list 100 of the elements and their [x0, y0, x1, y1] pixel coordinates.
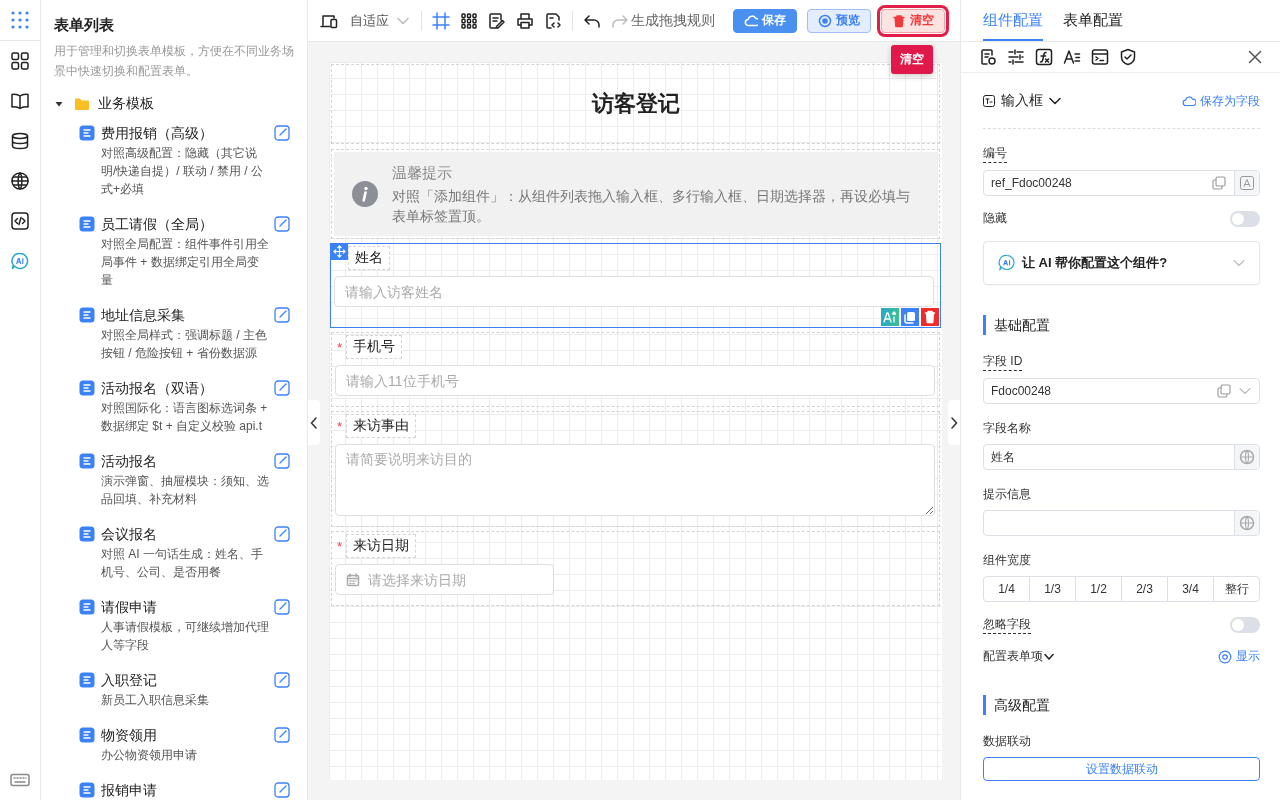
text-field[interactable]: 姓名	[983, 444, 1260, 470]
template-title[interactable]: 费用报销（高级）	[101, 122, 269, 144]
selected-field[interactable]: 姓名 请输入访客姓名	[330, 243, 941, 328]
grid-icon[interactable]	[460, 11, 478, 30]
keyboard-icon[interactable]	[10, 773, 30, 787]
form-settings-icon[interactable]	[979, 48, 997, 66]
edit-icon[interactable]	[274, 453, 290, 469]
copy-icon[interactable]	[1217, 384, 1231, 398]
note-edit-icon[interactable]	[488, 11, 506, 30]
sliders-icon[interactable]	[1007, 48, 1025, 66]
text-area[interactable]: 请简要说明来访目的	[335, 444, 935, 516]
text-field[interactable]	[983, 510, 1260, 536]
generate-rule-link[interactable]: 生成拖拽规则	[631, 11, 715, 30]
panel-tab[interactable]: 组件配置	[983, 0, 1043, 41]
edit-icon[interactable]	[274, 526, 290, 542]
copy-icon[interactable]	[1212, 176, 1226, 190]
template-title[interactable]: 请假申请	[101, 596, 269, 618]
template-title[interactable]: 地址信息采集	[101, 304, 269, 326]
drop-zone[interactable]: * 来访事由 请简要说明来访目的	[331, 411, 940, 527]
width-option[interactable]: 2/3	[1121, 577, 1167, 601]
language-button[interactable]	[1234, 445, 1259, 469]
save-as-field-link[interactable]: 保存为字段	[1182, 92, 1260, 110]
template-description: 办公物资领用申请	[101, 747, 198, 764]
template-title[interactable]: 员工请假（全局）	[101, 213, 269, 235]
script-file-icon[interactable]	[544, 11, 562, 30]
template-title[interactable]: 活动报名（双语）	[101, 377, 269, 399]
input-field[interactable]: 请输入11位手机号	[335, 365, 935, 396]
shield-icon[interactable]	[1119, 48, 1137, 66]
template-title[interactable]: 入职登记	[101, 669, 269, 691]
letter-icon	[1240, 176, 1254, 190]
ai-icon[interactable]	[10, 251, 30, 271]
collapse-toggle[interactable]: 配置表单项	[983, 648, 1054, 665]
text-field[interactable]: ref_Fdoc00248	[983, 170, 1260, 196]
eye-icon	[818, 13, 832, 28]
frame-icon[interactable]	[432, 11, 450, 30]
document-icon	[79, 599, 95, 615]
width-option[interactable]: 3/4	[1167, 577, 1213, 601]
function-icon[interactable]	[1035, 48, 1053, 66]
undo-icon[interactable]	[583, 12, 601, 29]
caret-icon[interactable]	[54, 99, 64, 109]
tree-folder[interactable]: 业务模板	[54, 93, 307, 115]
edit-icon[interactable]	[274, 216, 290, 232]
ai-assist-icon[interactable]	[881, 308, 899, 326]
language-button[interactable]	[1234, 511, 1259, 535]
section-title: 高级配置	[983, 695, 1260, 715]
input-field[interactable]: 请输入访客姓名	[334, 276, 934, 307]
device-icon[interactable]	[320, 12, 338, 29]
components-icon[interactable]	[10, 51, 30, 71]
toggle-switch[interactable]	[1230, 210, 1260, 227]
delete-icon[interactable]	[921, 308, 939, 326]
template-title[interactable]: 报销申请	[101, 779, 269, 800]
edit-icon[interactable]	[274, 125, 290, 141]
print-icon[interactable]	[516, 11, 534, 30]
terminal-icon[interactable]	[1091, 48, 1109, 66]
linkage-button[interactable]: 设置数据联动	[983, 757, 1260, 781]
edit-icon[interactable]	[274, 672, 290, 688]
collapse-handle[interactable]	[308, 400, 320, 445]
apps-icon[interactable]	[10, 10, 30, 30]
width-option[interactable]: 1/3	[1029, 577, 1075, 601]
text-style-icon[interactable]	[1063, 48, 1081, 66]
drop-zone[interactable]: * 来访日期 请选择来访日期	[331, 531, 940, 606]
book-icon[interactable]	[10, 91, 30, 111]
text-field-icon	[983, 95, 995, 107]
date-picker[interactable]: 请选择来访日期	[335, 564, 554, 595]
edit-icon[interactable]	[274, 782, 290, 798]
component-type-dropdown[interactable]: 输入框	[983, 92, 1061, 110]
width-option[interactable]: 1/2	[1075, 577, 1121, 601]
close-icon[interactable]	[1248, 50, 1262, 64]
cloud-icon	[744, 13, 758, 28]
field-label: 提示信息	[983, 486, 1031, 503]
device-dropdown[interactable]: 自适应	[350, 11, 409, 30]
chevron-down-icon	[1049, 97, 1061, 105]
chevron-down-icon	[1239, 387, 1251, 395]
field-value[interactable]: Fdoc00248	[991, 384, 1209, 398]
edit-icon[interactable]	[274, 307, 290, 323]
expand-handle[interactable]	[948, 400, 960, 445]
move-icon[interactable]	[331, 243, 348, 260]
copy-icon[interactable]	[901, 308, 919, 326]
width-option[interactable]: 整行	[1213, 577, 1259, 601]
field-value[interactable]: 姓名	[991, 450, 1226, 464]
edit-icon[interactable]	[274, 599, 290, 615]
toggle-switch[interactable]	[1230, 617, 1260, 633]
panel-tab[interactable]: 表单配置	[1063, 0, 1123, 41]
font-button[interactable]	[1234, 171, 1259, 195]
database-icon[interactable]	[10, 131, 30, 151]
edit-icon[interactable]	[274, 380, 290, 396]
template-title[interactable]: 物资领用	[101, 724, 269, 746]
ai-assistant-card[interactable]: 让 AI 帮你配置这个组件?	[983, 241, 1260, 285]
code-icon[interactable]	[10, 211, 30, 231]
select-field[interactable]: Fdoc00248	[983, 378, 1260, 404]
show-link[interactable]: 显示	[1218, 648, 1260, 665]
width-option[interactable]: 1/4	[984, 577, 1029, 601]
date-input[interactable]: 请选择来访日期	[368, 571, 543, 588]
drop-zone[interactable]: * 手机号 请输入11位手机号	[331, 332, 940, 407]
chevron-down-icon	[1044, 653, 1054, 660]
template-title[interactable]: 活动报名	[101, 450, 269, 472]
template-title[interactable]: 会议报名	[101, 523, 269, 545]
edit-icon[interactable]	[274, 727, 290, 743]
globe-icon[interactable]	[10, 171, 30, 191]
field-value[interactable]: ref_Fdoc00248	[991, 176, 1204, 190]
